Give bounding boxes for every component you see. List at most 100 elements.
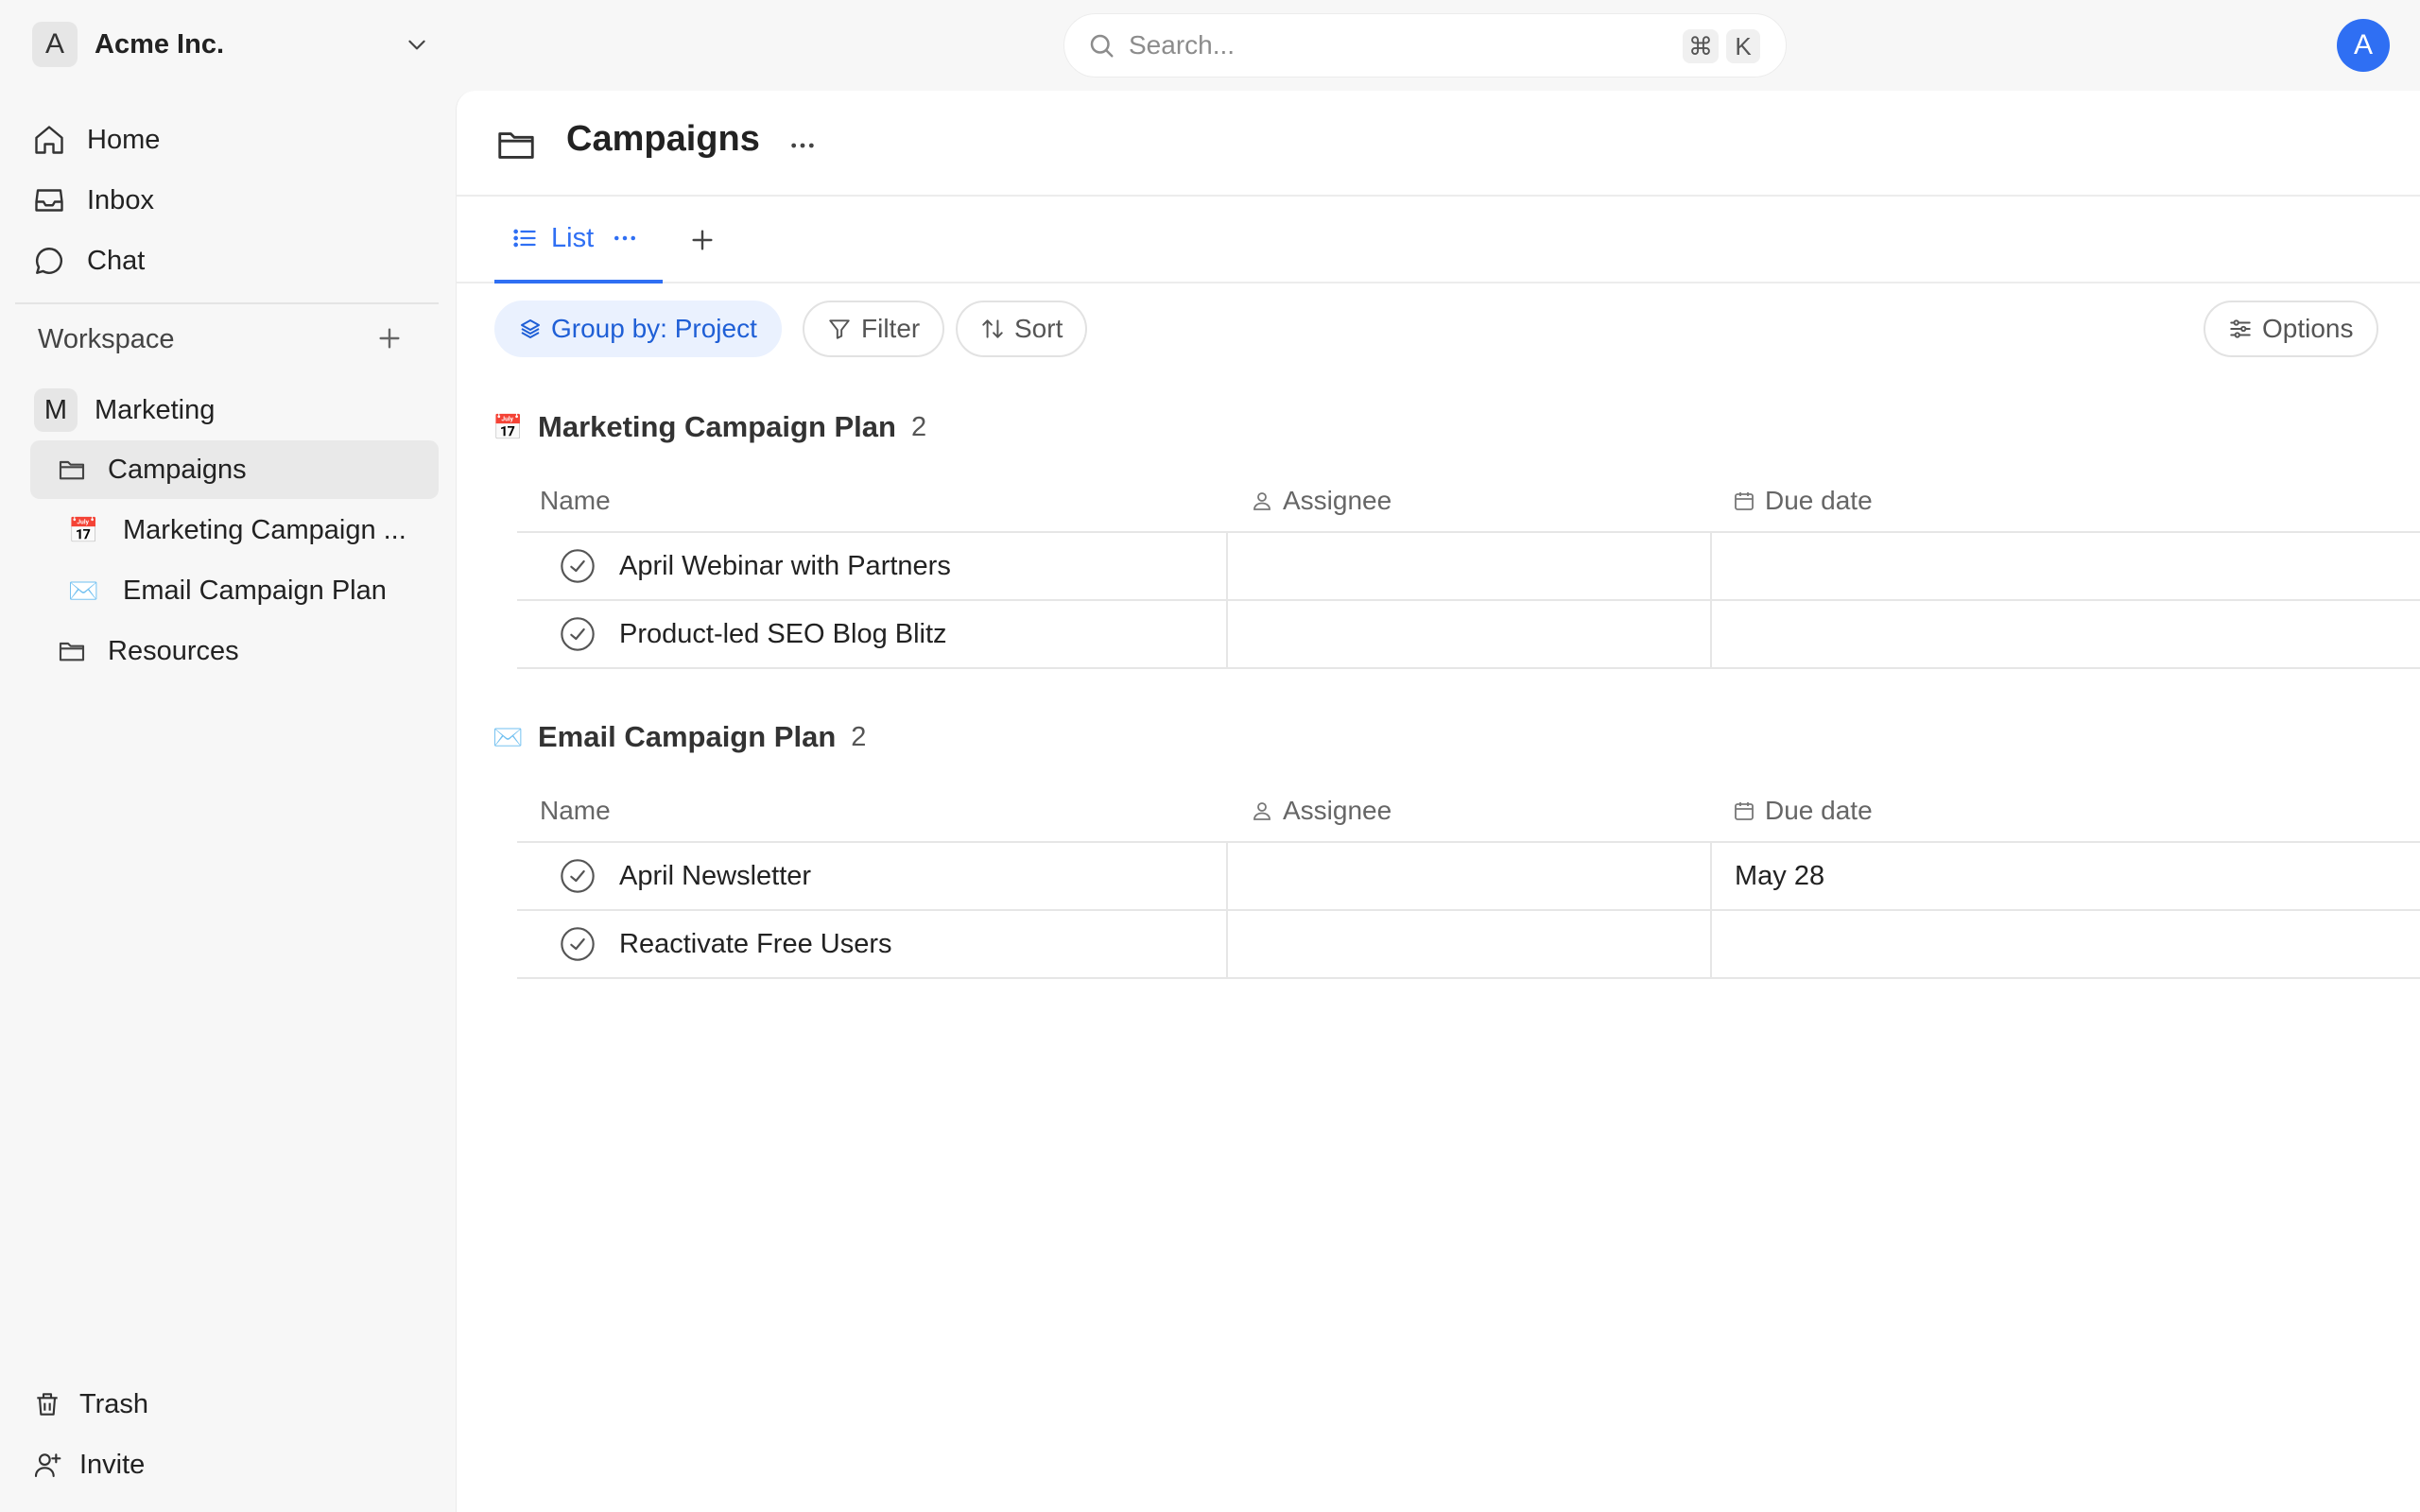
- column-header-due-date[interactable]: Due date: [1733, 469, 1873, 533]
- task-complete-checkbox[interactable]: [559, 925, 596, 963]
- table-row[interactable]: April Webinar with Partners: [517, 533, 2420, 601]
- workspace-switcher[interactable]: A Acme Inc.: [32, 21, 429, 68]
- calendar-outline-icon: [1733, 799, 1755, 822]
- group-by-button[interactable]: Group by: Project: [494, 301, 782, 357]
- table-row[interactable]: Product-led SEO Blog Blitz: [517, 601, 2420, 669]
- workspace-name: Acme Inc.: [95, 28, 224, 60]
- sidebar-item-trash[interactable]: Trash: [32, 1378, 439, 1431]
- add-user-icon: [32, 1450, 62, 1480]
- sidebar-item-label: Inbox: [87, 184, 154, 215]
- envelope-icon: ✉️: [68, 576, 99, 605]
- options-button[interactable]: Options: [2204, 301, 2378, 357]
- filter-icon: [827, 317, 852, 341]
- tab-list[interactable]: List: [494, 197, 663, 284]
- main-panel: Campaigns List Group by: Project Filter …: [456, 91, 2420, 1512]
- cell-assignee[interactable]: [1226, 601, 1710, 667]
- task-title[interactable]: April Webinar with Partners: [619, 551, 951, 582]
- chevron-down-icon: [405, 32, 429, 57]
- sidebar-item-email-campaign-plan[interactable]: ✉️ Email Campaign Plan: [68, 561, 427, 620]
- calendar-icon: 📅: [493, 412, 524, 441]
- view-tabs: List: [457, 197, 2420, 284]
- sidebar-item-label: Invite: [79, 1449, 146, 1480]
- folder-icon: [57, 455, 87, 485]
- sort-label: Sort: [1014, 314, 1063, 343]
- page-header: Campaigns: [457, 91, 2420, 197]
- sidebar-item-chat[interactable]: Chat: [32, 234, 439, 287]
- sidebar-item-invite[interactable]: Invite: [32, 1438, 439, 1491]
- shortcut-key-k: K: [1726, 29, 1760, 63]
- cell-due-date[interactable]: [1710, 911, 2420, 977]
- column-header-due-date[interactable]: Due date: [1733, 779, 1873, 843]
- team-name: Marketing: [95, 394, 216, 425]
- cell-assignee[interactable]: [1226, 911, 1710, 977]
- inbox-icon: [32, 183, 66, 217]
- sidebar-item-label: Chat: [87, 245, 146, 276]
- column-header-label: Name: [540, 796, 611, 825]
- sidebar-item-inbox[interactable]: Inbox: [32, 174, 439, 227]
- column-header-label: Assignee: [1283, 486, 1392, 515]
- table-row[interactable]: Reactivate Free Users: [517, 911, 2420, 979]
- workspace-avatar: A: [32, 22, 78, 67]
- table-row[interactable]: April Newsletter May 28: [517, 843, 2420, 911]
- sidebar: Home Inbox Chat Workspace M Marketing Ca…: [0, 91, 456, 1512]
- page-more-options-button[interactable]: [787, 130, 818, 161]
- sidebar-item-resources[interactable]: Resources: [57, 622, 435, 680]
- group-by-label: Group by: Project: [551, 314, 757, 343]
- tab-more-options-button[interactable]: [611, 224, 639, 252]
- sidebar-item-campaigns[interactable]: Campaigns: [30, 440, 439, 499]
- sidebar-item-label: Home: [87, 124, 161, 155]
- cell-due-date[interactable]: [1710, 533, 2420, 599]
- add-workspace-item-button[interactable]: [374, 323, 405, 353]
- sidebar-item-marketing-campaign-plan[interactable]: 📅 Marketing Campaign ...: [68, 501, 427, 559]
- cell-assignee[interactable]: [1226, 843, 1710, 909]
- due-date-value: May 28: [1735, 860, 1825, 891]
- table-header: Name Assignee Due date: [517, 469, 2420, 533]
- cell-due-date[interactable]: [1710, 601, 2420, 667]
- task-table: Name Assignee Due date April Webinar wit…: [517, 469, 2420, 669]
- cell-due-date[interactable]: May 28: [1710, 843, 2420, 909]
- cell-name: April Newsletter: [517, 843, 1226, 909]
- chat-icon: [32, 244, 66, 278]
- top-bar: A Acme Inc. Search... ⌘ K A: [0, 0, 2420, 91]
- column-header-label: Name: [540, 486, 611, 515]
- group-header[interactable]: 📅 Marketing Campaign Plan 2: [493, 404, 926, 450]
- sidebar-item-home[interactable]: Home: [32, 113, 439, 166]
- search-icon: [1087, 31, 1115, 60]
- column-header-name[interactable]: Name: [540, 779, 611, 843]
- column-header-label: Due date: [1765, 486, 1873, 515]
- group-count: 2: [910, 411, 927, 442]
- column-header-name[interactable]: Name: [540, 469, 611, 533]
- sliders-icon: [2228, 317, 2253, 341]
- cell-name: Reactivate Free Users: [517, 911, 1226, 977]
- cell-assignee[interactable]: [1226, 533, 1710, 599]
- column-header-assignee[interactable]: Assignee: [1251, 779, 1392, 843]
- group-count: 2: [851, 721, 867, 752]
- sidebar-item-label: Campaigns: [108, 454, 247, 485]
- group-title: Marketing Campaign Plan: [538, 410, 896, 443]
- task-complete-checkbox[interactable]: [559, 615, 596, 653]
- group-title: Email Campaign Plan: [538, 720, 837, 753]
- sidebar-item-label: Trash: [79, 1388, 149, 1419]
- sidebar-item-label: Resources: [108, 635, 239, 666]
- add-view-button[interactable]: [687, 225, 717, 255]
- task-title[interactable]: Product-led SEO Blog Blitz: [619, 619, 947, 650]
- team-avatar: M: [34, 388, 78, 432]
- calendar-icon: 📅: [68, 515, 99, 544]
- column-header-label: Assignee: [1283, 796, 1392, 825]
- filter-button[interactable]: Filter: [803, 301, 945, 357]
- column-header-assignee[interactable]: Assignee: [1251, 469, 1392, 533]
- task-complete-checkbox[interactable]: [559, 547, 596, 585]
- task-complete-checkbox[interactable]: [559, 857, 596, 895]
- person-icon: [1251, 490, 1273, 512]
- task-title[interactable]: April Newsletter: [619, 861, 811, 892]
- sort-button[interactable]: Sort: [956, 301, 1088, 357]
- task-title[interactable]: Reactivate Free Users: [619, 929, 892, 960]
- search-input[interactable]: Search...: [1129, 30, 1235, 60]
- user-avatar[interactable]: A: [2337, 19, 2390, 72]
- folder-icon: [57, 636, 87, 666]
- group-header[interactable]: ✉️ Email Campaign Plan 2: [493, 714, 866, 760]
- search-bar[interactable]: Search... ⌘ K: [1063, 13, 1787, 77]
- workspace-section-title: Workspace: [38, 323, 175, 354]
- list-toolbar: Group by: Project Filter Sort Options: [457, 301, 2420, 359]
- sidebar-team-marketing[interactable]: M Marketing: [34, 386, 441, 435]
